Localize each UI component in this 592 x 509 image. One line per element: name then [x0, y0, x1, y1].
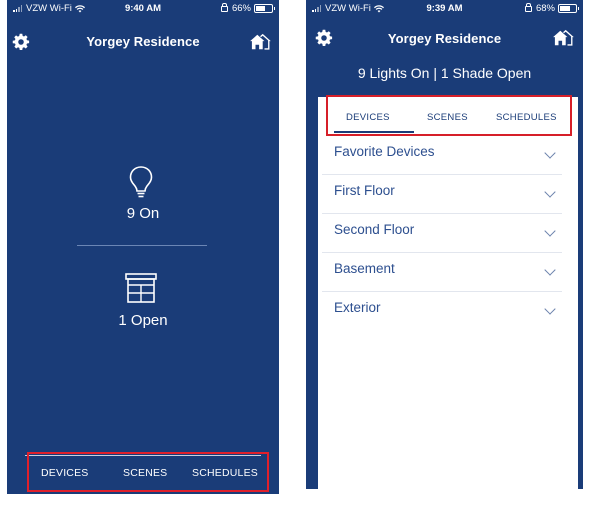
tab-devices[interactable]: DEVICES — [41, 467, 89, 479]
section-favorite-devices[interactable]: Favorite Devices — [322, 135, 562, 175]
tab-bar-highlight: DEVICES SCENES SCHEDULES — [27, 452, 269, 492]
battery-status: 68% — [524, 2, 579, 14]
battery-icon — [254, 4, 275, 13]
home-icon[interactable] — [249, 33, 271, 51]
section-label: Basement — [334, 261, 395, 276]
status-bar: VZW Wi-Fi 9:39 AM 68% — [306, 0, 583, 18]
page-title: Yorgey Residence — [387, 31, 502, 46]
status-bar: VZW Wi-Fi 9:40 AM 66% — [7, 0, 279, 18]
tab-bar-highlight: DEVICES SCENES SCHEDULES — [326, 95, 572, 136]
home-icon[interactable] — [552, 29, 574, 47]
battery-percent: 68% — [535, 3, 555, 14]
window-shade-icon[interactable] — [124, 272, 158, 304]
chevron-down-icon[interactable] — [544, 186, 556, 198]
tab-scenes[interactable]: SCENES — [123, 467, 167, 479]
section-exterior[interactable]: Exterior — [322, 291, 562, 330]
chevron-down-icon[interactable] — [544, 147, 556, 159]
home-screen: VZW Wi-Fi 9:40 AM 66% Yorgey Residence 9… — [7, 0, 279, 494]
section-label: Favorite Devices — [334, 144, 435, 159]
status-summary: 9 Lights On | 1 Shade Open — [357, 65, 532, 81]
section-basement[interactable]: Basement — [322, 252, 562, 292]
battery-status: 66% — [220, 2, 275, 14]
section-label: Exterior — [334, 300, 381, 315]
devices-screen: VZW Wi-Fi 9:39 AM 68% Yorgey Residence 9… — [306, 0, 583, 489]
section-second-floor[interactable]: Second Floor — [322, 213, 562, 253]
shades-open-count[interactable]: 1 Open — [7, 312, 279, 329]
battery-icon — [558, 4, 579, 13]
tab-schedules[interactable]: SCHEDULES — [496, 112, 557, 123]
lights-on-count[interactable]: 9 On — [7, 205, 279, 222]
active-tab-indicator — [334, 131, 414, 133]
divider — [77, 245, 207, 246]
tab-devices[interactable]: DEVICES — [346, 112, 390, 123]
tab-schedules[interactable]: SCHEDULES — [192, 467, 258, 479]
rotation-lock-icon — [220, 2, 228, 12]
rotation-lock-icon — [524, 2, 532, 12]
chevron-down-icon[interactable] — [544, 303, 556, 315]
tab-scenes[interactable]: SCENES — [427, 112, 468, 123]
section-first-floor[interactable]: First Floor — [322, 174, 562, 214]
chevron-down-icon[interactable] — [544, 264, 556, 276]
battery-percent: 66% — [231, 3, 251, 14]
lightbulb-icon[interactable] — [128, 165, 154, 199]
section-label: Second Floor — [334, 222, 415, 237]
page-title: Yorgey Residence — [86, 34, 200, 49]
chevron-down-icon[interactable] — [544, 225, 556, 237]
section-label: First Floor — [334, 183, 395, 198]
